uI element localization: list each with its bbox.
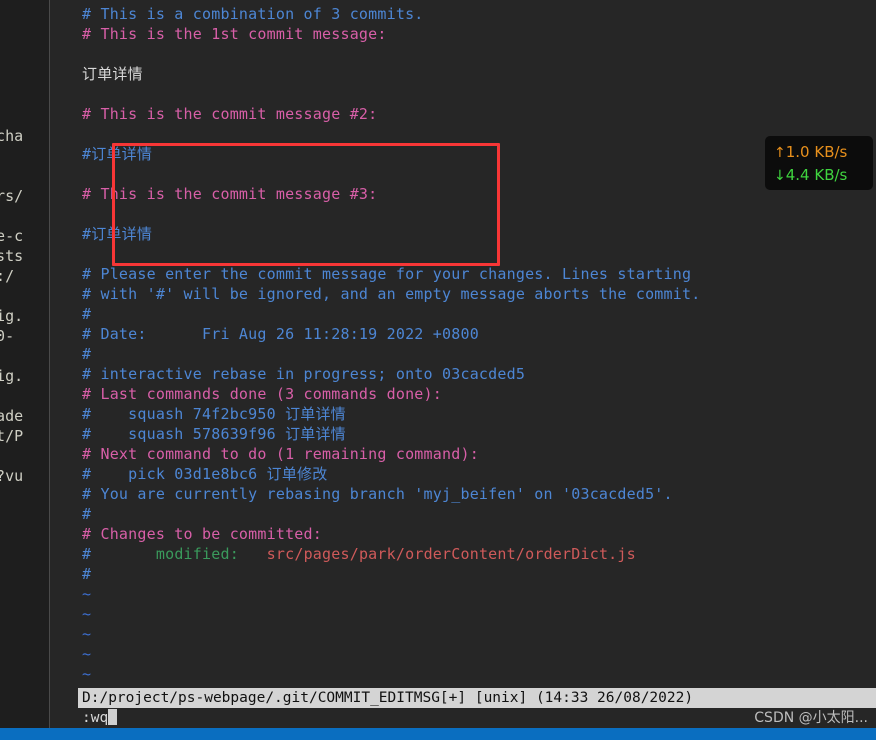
vim-buffer-line [50,164,876,184]
vim-buffer-line: # Next command to do (1 remaining comman… [82,445,479,463]
background-text-line [0,166,49,186]
vim-buffer-line: ~ [82,625,92,643]
background-text-line [0,446,49,466]
background-text-line [0,486,49,506]
vim-buffer-line: # squash 578639f96 订单详情 [82,425,346,443]
vim-buffer-line [50,204,876,224]
vim-buffer-line: #订单详情 [82,225,153,243]
vim-buffer-line [50,244,876,264]
vim-text-buffer[interactable]: # This is a combination of 3 commits. # T… [50,0,876,686]
vim-buffer-line: # modified: src/pages/park/orderContent/… [50,544,876,564]
vim-buffer-line: # This is the commit message #2: [82,105,378,123]
vim-buffer-line: # [82,345,92,363]
vim-buffer-line: # [82,565,92,583]
modified-gap [239,545,267,563]
vim-buffer-line [50,44,876,64]
background-text-line [0,286,49,306]
background-text-line: ders/ [0,187,24,205]
vim-buffer-line: # interactive rebase in progress; onto 0… [82,365,526,383]
screen-root: Rechae& ders/ ole-c lists ps:/ nfig. 1:0- n… [0,0,876,740]
vim-buffer-line: # [82,505,92,523]
vim-buffer-line: # This is the 1st commit message: [82,25,387,43]
vim-buffer-line: ~ [82,585,92,603]
modified-line-prefix: # [82,545,156,563]
vim-status-line: D:/project/ps-webpage/.git/COMMIT_EDITMS… [78,688,876,708]
csdn-watermark: CSDN @小太阳... [754,710,868,726]
background-text-line [0,206,49,226]
vim-buffer-line: # pick 03d1e8bc6 订单修改 [82,465,328,483]
modified-label: modified: [155,545,239,563]
vim-buffer-line: ~ [82,665,92,683]
vim-terminal-window[interactable]: # This is a combination of 3 commits. # T… [50,0,876,728]
vim-buffer-line: # Changes to be committed: [82,525,322,543]
vim-buffer-line: # [82,305,92,323]
vim-buffer-line [50,124,876,144]
windows-taskbar[interactable] [0,728,876,740]
background-text-line: lists [0,247,24,265]
download-speed-value: 4.4 KB/s [785,166,848,184]
background-text-line: ue?vu [0,467,24,485]
vim-buffer-line: # Please enter the commit message for yo… [82,265,692,283]
background-text-line: ue [0,506,49,526]
vim-cursor [108,709,118,725]
modified-file-path: src/pages/park/orderContent/orderDict.js [266,545,636,563]
vim-buffer-line [50,84,876,104]
background-text-line: ole-c [0,227,24,245]
vim-buffer-line: 订单详情 [82,65,143,83]
background-text-line: loade [0,407,24,425]
download-speed-row: ↓4.4 KB/s [774,164,873,187]
background-window-strip[interactable]: Rechae& ders/ ole-c lists ps:/ nfig. 1:0- n… [0,0,49,728]
vim-buffer-line: # with '#' will be ignored, and an empty… [82,285,701,303]
background-text-line [0,346,49,366]
background-text-line: e& [0,146,49,166]
vim-buffer-line: # You are currently rebasing branch 'myj… [82,485,673,503]
download-arrow-icon: ↓ [774,168,786,184]
background-text-line: ps:/ [0,267,15,285]
vim-buffer-line: ~ [82,605,92,623]
vim-buffer-line: # Last commands done (3 commands done): [82,385,442,403]
upload-speed-value: 1.0 KB/s [785,143,848,161]
upload-speed-row: ↑1.0 KB/s [774,141,873,164]
background-text-line: 1:0- [0,327,15,345]
background-text-line [0,386,49,406]
vim-command-text: :wq [82,710,109,726]
network-speed-widget[interactable]: ↑1.0 KB/s ↓4.4 KB/s [765,136,873,190]
vim-buffer-line: # squash 74f2bc950 订单详情 [82,405,346,423]
vim-buffer-line: # Date: Fri Aug 26 11:28:19 2022 +0800 [82,325,479,343]
taskbar-clipped-text [420,728,876,740]
vim-buffer-line: # This is the commit message #3: [82,185,378,203]
background-window-text: Rechae& ders/ ole-c lists ps:/ nfig. 1:0- n… [0,126,49,526]
upload-arrow-icon: ↑ [774,145,786,161]
background-text-line: nfig. [0,367,24,385]
background-text-line: ent/P [0,427,24,445]
background-text-line: nfig. [0,307,24,325]
vim-buffer-line: ~ [82,645,92,663]
vim-buffer-line: # This is a combination of 3 commits. [82,5,424,23]
vim-buffer-line: #订单详情 [82,145,153,163]
background-text-line: Recha [0,127,24,145]
